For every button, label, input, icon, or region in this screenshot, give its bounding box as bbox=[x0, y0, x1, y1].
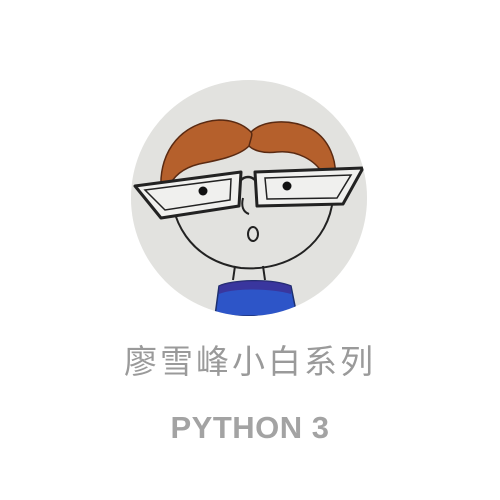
series-subtitle: PYTHON 3 bbox=[170, 410, 330, 445]
page: 廖雪峰小白系列 PYTHON 3 bbox=[0, 0, 500, 500]
cartoon-face-with-glasses-icon bbox=[131, 80, 367, 316]
avatar bbox=[131, 80, 367, 316]
series-title: 廖雪峰小白系列 bbox=[124, 342, 376, 381]
